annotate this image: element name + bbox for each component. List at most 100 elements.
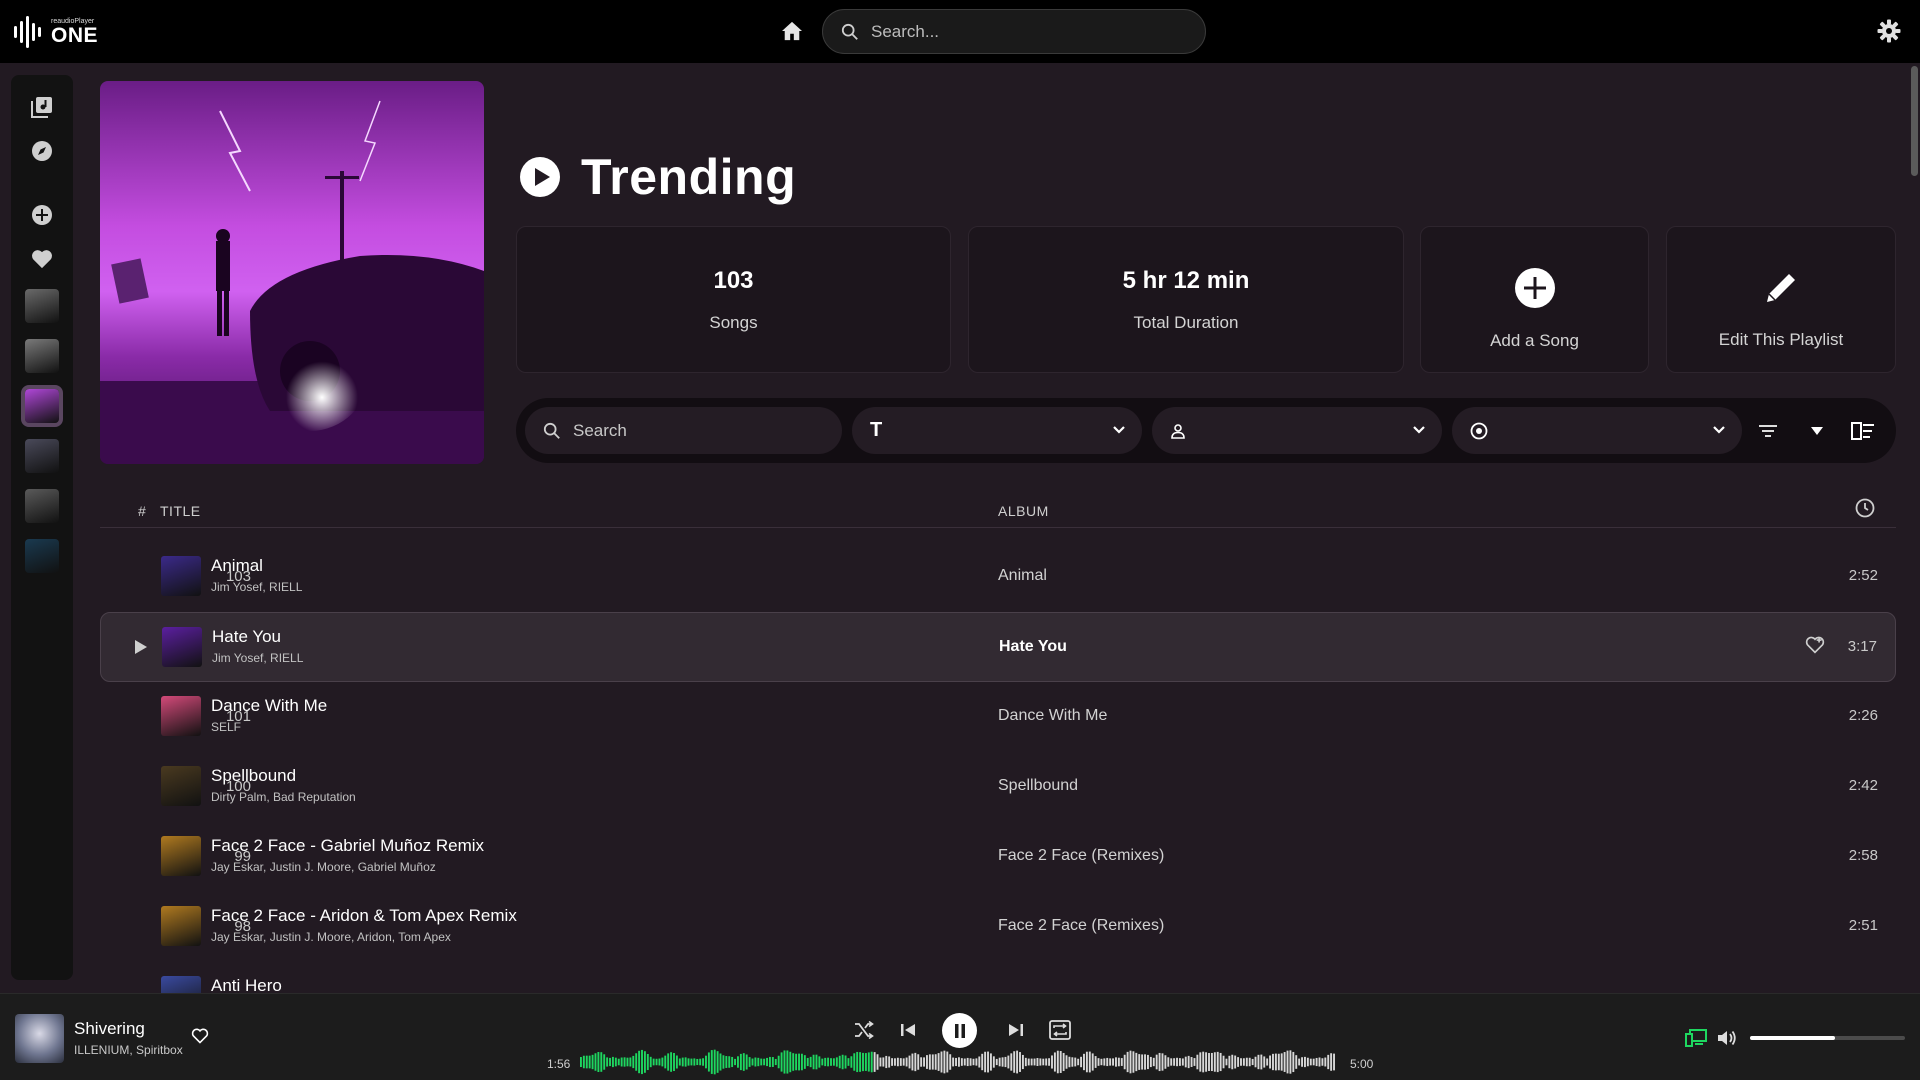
liked-songs-button[interactable]: [28, 245, 56, 273]
track-title[interactable]: Dance With Me: [211, 696, 327, 716]
now-playing-artist[interactable]: ILLENIUM, Spiritbox: [74, 1043, 183, 1057]
column-title[interactable]: TITLE: [160, 503, 201, 519]
track-album[interactable]: Spellbound: [998, 777, 1078, 795]
track-album[interactable]: Hate You: [999, 638, 1067, 656]
table-row[interactable]: 101 Dance With Me SELF Dance With Me 2:26: [100, 682, 1896, 752]
track-album[interactable]: Animal: [998, 567, 1047, 585]
waveform-bar: [882, 1057, 885, 1067]
artist-filter-dropdown[interactable]: [1152, 407, 1442, 454]
waveform-bar: [699, 1058, 702, 1066]
waveform-bar: [1147, 1054, 1149, 1070]
table-row[interactable]: 98 Face 2 Face - Aridon & Tom Apex Remix J…: [100, 892, 1896, 962]
column-album[interactable]: ALBUM: [998, 503, 1049, 519]
waveform-bar: [1126, 1051, 1129, 1073]
waveform-bar: [853, 1053, 856, 1071]
play-circle-icon[interactable]: [519, 156, 561, 198]
sort-button[interactable]: [1756, 419, 1780, 443]
title-filter-dropdown[interactable]: T: [852, 407, 1142, 454]
track-album[interactable]: Dance With Me: [998, 707, 1107, 725]
waveform-bar: [696, 1058, 699, 1066]
repeat-button[interactable]: [1048, 1018, 1072, 1042]
sidebar-playlist-thumb[interactable]: [25, 439, 59, 473]
edit-playlist-card[interactable]: Edit This Playlist: [1666, 226, 1896, 373]
track-title[interactable]: Face 2 Face - Aridon & Tom Apex Remix: [211, 906, 517, 926]
play-icon[interactable]: [134, 639, 148, 655]
waveform-bar: [949, 1054, 952, 1070]
sort-direction-button[interactable]: [1805, 419, 1829, 443]
track-search[interactable]: [525, 407, 842, 454]
sidebar-playlist-thumb[interactable]: [25, 339, 59, 373]
track-artists[interactable]: Jay Eskar, Justin J. Moore, Gabriel Muño…: [211, 860, 436, 874]
waveform-bar: [1240, 1058, 1242, 1066]
track-search-input[interactable]: [573, 420, 793, 441]
track-artists[interactable]: Jim Yosef, RIELL: [212, 651, 303, 665]
waveform-bar: [958, 1057, 960, 1067]
track-title[interactable]: Hate You: [212, 627, 281, 647]
waveform-bar: [844, 1055, 847, 1069]
sidebar-playlist-thumb[interactable]: [25, 289, 59, 323]
waveform-bar: [1231, 1054, 1234, 1070]
track-title[interactable]: Spellbound: [211, 766, 296, 786]
track-artists[interactable]: Jim Yosef, RIELL: [211, 580, 302, 594]
now-playing-cover[interactable]: [15, 1014, 64, 1063]
track-title[interactable]: Face 2 Face - Gabriel Muñoz Remix: [211, 836, 484, 856]
app-logo[interactable]: reaudioPlayer ONE: [14, 16, 98, 48]
now-playing-title[interactable]: Shivering: [74, 1019, 145, 1039]
like-current-button[interactable]: [191, 1028, 209, 1049]
column-options-button[interactable]: [1851, 419, 1875, 443]
shuffle-button[interactable]: [852, 1018, 876, 1042]
volume-slider[interactable]: [1750, 1036, 1905, 1040]
waveform-bar: [643, 1051, 646, 1073]
waveform-bar: [899, 1058, 902, 1066]
waveform-bar: [603, 1054, 606, 1070]
global-search[interactable]: [822, 9, 1206, 54]
waveform-bar: [821, 1058, 824, 1066]
explore-button[interactable]: [28, 137, 56, 165]
settings-button[interactable]: [1877, 19, 1903, 45]
waveform-bar: [684, 1057, 687, 1067]
sidebar-playlist-thumb[interactable]: [25, 489, 59, 523]
global-search-input[interactable]: [871, 21, 1171, 42]
track-album[interactable]: Face 2 Face (Remixes): [998, 917, 1164, 935]
sidebar-playlist-thumb[interactable]: [25, 539, 59, 573]
previous-button[interactable]: [896, 1018, 920, 1042]
waveform-bar: [1298, 1058, 1301, 1066]
waveform-seekbar[interactable]: [580, 1047, 1336, 1077]
waveform-bar: [1327, 1054, 1330, 1070]
waveform-bar: [1091, 1053, 1094, 1071]
volume-button[interactable]: [1715, 1026, 1739, 1050]
table-row[interactable]: 103 Animal Jim Yosef, RIELL Animal 2:52: [100, 542, 1896, 612]
track-cover: [161, 696, 201, 736]
album-filter-dropdown[interactable]: [1452, 407, 1742, 454]
track-artists[interactable]: SELF: [211, 720, 241, 734]
waveform-bar: [1056, 1050, 1059, 1074]
home-button[interactable]: [779, 18, 805, 44]
library-button[interactable]: [28, 93, 56, 121]
waveform-bar: [1094, 1056, 1097, 1068]
column-settings-icon: [1851, 422, 1874, 440]
add-song-card[interactable]: Add a Song: [1420, 226, 1649, 373]
main-scrollbar[interactable]: [1911, 66, 1918, 176]
waveform-bar: [728, 1056, 731, 1068]
waveform-bar: [1321, 1058, 1324, 1066]
create-playlist-button[interactable]: [28, 201, 56, 229]
track-album[interactable]: Face 2 Face (Remixes): [998, 847, 1164, 865]
devices-button[interactable]: [1684, 1026, 1708, 1050]
add-to-liked-icon[interactable]: [1805, 636, 1825, 654]
track-artists[interactable]: Dirty Palm, Bad Reputation: [211, 790, 356, 804]
waveform-bar: [1071, 1057, 1074, 1067]
waveform-bar: [716, 1051, 719, 1073]
waveform-bar: [1173, 1058, 1176, 1066]
sidebar-playlist-thumb[interactable]: [21, 385, 63, 427]
table-row[interactable]: 99 Face 2 Face - Gabriel Muñoz Remix Jay E…: [100, 822, 1896, 892]
table-row[interactable]: Hate You Jim Yosef, RIELL Hate You 3:17: [100, 612, 1896, 682]
track-artists[interactable]: Jay Eskar, Justin J. Moore, Aridon, Tom …: [211, 930, 451, 944]
track-title[interactable]: Animal: [211, 556, 263, 576]
waveform-bar: [984, 1051, 987, 1073]
waveform-bar: [734, 1058, 736, 1066]
waveform-bar: [864, 1053, 867, 1071]
waveform-bar: [803, 1055, 806, 1069]
table-row[interactable]: 100 Spellbound Dirty Palm, Bad Reputation S…: [100, 752, 1896, 822]
next-button[interactable]: [1004, 1018, 1028, 1042]
pause-button[interactable]: [942, 1013, 977, 1048]
